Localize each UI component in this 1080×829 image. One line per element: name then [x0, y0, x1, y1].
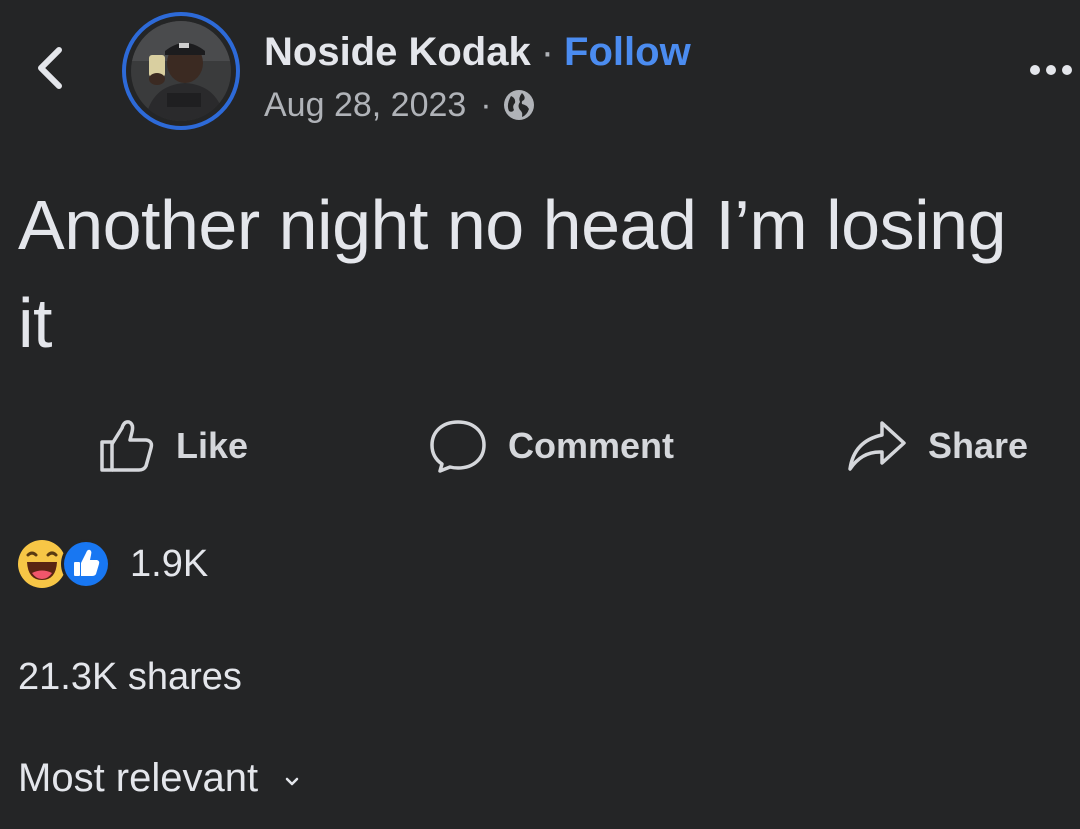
more-options-button[interactable] — [1030, 52, 1080, 88]
chevron-down-icon — [284, 776, 300, 788]
avatar-photo — [131, 21, 231, 121]
separator-dot: · — [540, 29, 555, 74]
like-button[interactable]: Like — [98, 414, 248, 478]
author-avatar[interactable] — [122, 12, 240, 130]
share-label: Share — [928, 425, 1029, 466]
reactions-summary[interactable]: 1.9K — [16, 538, 208, 590]
post-date[interactable]: Aug 28, 2023 — [264, 86, 466, 125]
meta-separator: · — [480, 85, 492, 124]
shares-count[interactable]: 21.3K shares — [18, 656, 242, 699]
author-line: Noside Kodak · Follow — [264, 28, 691, 76]
share-button[interactable]: Share — [846, 414, 1028, 478]
reaction-count: 1.9K — [130, 542, 209, 585]
comment-bubble-icon — [428, 418, 488, 474]
like-reaction-icon — [60, 538, 112, 590]
globe-icon[interactable] — [502, 88, 536, 122]
post-page: Noside Kodak · Follow Aug 28, 2023 · Ano… — [0, 0, 1080, 829]
like-label: Like — [176, 425, 249, 466]
comments-sort-dropdown[interactable]: Most relevant — [18, 756, 300, 801]
sort-label: Most relevant — [18, 756, 259, 800]
more-options-icon — [1030, 65, 1078, 75]
follow-button[interactable]: Follow — [564, 30, 691, 75]
share-arrow-icon — [846, 419, 908, 473]
post-text: Another night no head I’m losing it — [18, 186, 1007, 362]
comment-button[interactable]: Comment — [428, 414, 674, 478]
chevron-left-icon — [35, 44, 65, 97]
back-button[interactable] — [28, 44, 72, 96]
post-meta: Aug 28, 2023 · — [264, 82, 536, 128]
thumbs-up-icon — [98, 418, 156, 474]
reaction-icons — [16, 538, 116, 590]
author-name[interactable]: Noside Kodak — [264, 30, 531, 75]
comment-label: Comment — [508, 425, 675, 466]
